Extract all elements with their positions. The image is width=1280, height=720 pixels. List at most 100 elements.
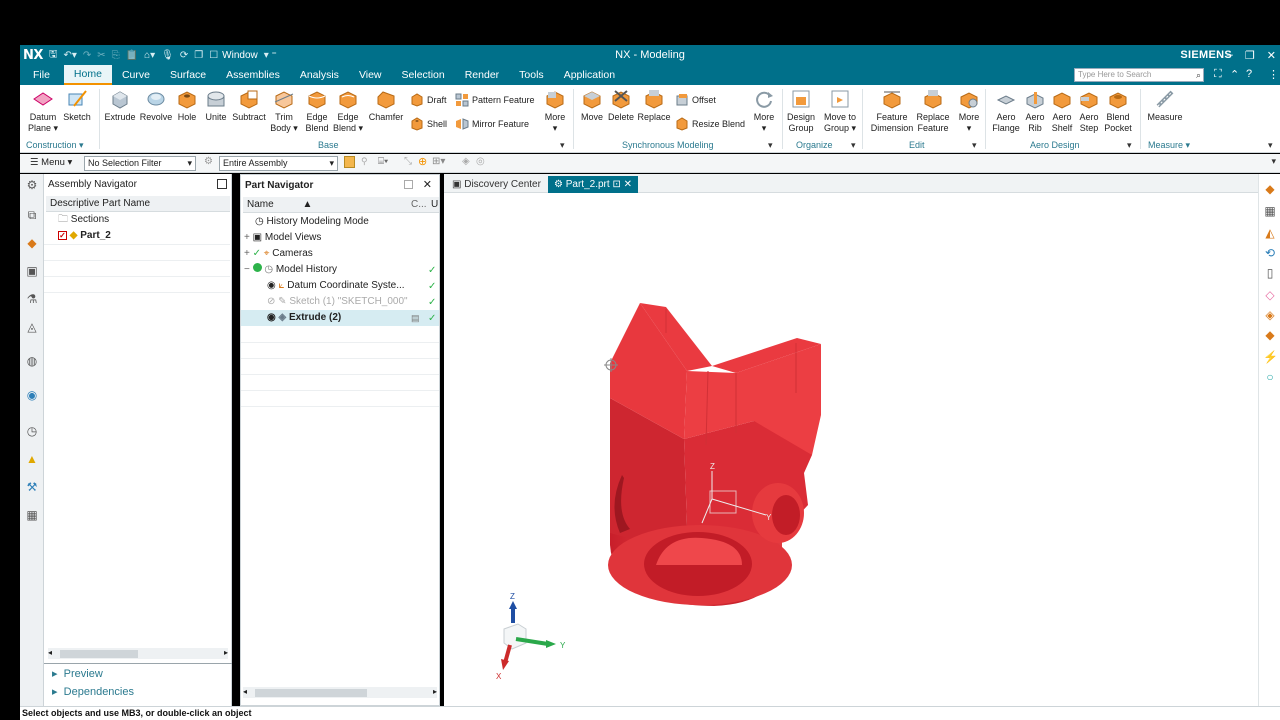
visibility-eye-icon[interactable]: ◉ [267, 312, 276, 323]
window-menu[interactable]: Window [222, 50, 258, 61]
window-checkbox-icon[interactable]: ☐ [209, 50, 218, 61]
view-triad[interactable]: Z Y X [496, 592, 566, 681]
tree-row-cameras[interactable]: + ✓ ⌖ Cameras [241, 246, 439, 262]
group-base[interactable]: Base [318, 140, 339, 150]
tree-row-part-2[interactable]: ✓ ◆ Part_2 [44, 228, 230, 244]
group-edit-dropdown-icon[interactable]: ▾ [972, 140, 977, 151]
window-switch-icon[interactable]: ❐ [194, 50, 203, 61]
paste-icon[interactable]: 📋 [126, 50, 138, 61]
block-icon[interactable]: ◈ [1263, 308, 1277, 322]
right-lug-hole[interactable] [772, 495, 800, 535]
column-header-descriptive-part-name[interactable]: Descriptive Part Name [46, 196, 230, 212]
select-feature-icon[interactable] [344, 156, 355, 168]
minimize-icon[interactable]: – [1227, 49, 1233, 62]
group-measure[interactable]: Measure ▾ [1148, 140, 1190, 151]
save-icon[interactable]: 🖫 [49, 47, 58, 64]
assembly-horizontal-scrollbar[interactable]: ◂ ▸ [48, 648, 228, 659]
web-browser-tab-icon[interactable]: ◉ [25, 388, 39, 402]
visibility-eye-icon[interactable]: ◉ [267, 280, 276, 291]
replace-face-button[interactable]: Replace [635, 88, 673, 123]
base-more-button[interactable]: More ▾ [536, 88, 574, 134]
tree-row-datum-csys[interactable]: ◉ ⟀ Datum Coordinate Syste... [241, 278, 439, 294]
scroll-right-icon[interactable]: ▸ [433, 687, 437, 696]
part-horizontal-scrollbar[interactable]: ◂ ▸ [243, 687, 437, 698]
group-aero-dropdown-icon[interactable]: ▾ [1127, 140, 1132, 151]
group-organize-dropdown-icon[interactable]: ▾ [851, 140, 856, 151]
assembly-navigator-maximize-icon[interactable] [217, 179, 227, 189]
tab-discovery-center[interactable]: ▣ Discovery Center [446, 176, 547, 193]
menu-dropdown[interactable]: ☰ Menu ▾ [30, 157, 72, 168]
tree-row-sketch[interactable]: ⊘ ✎ Sketch (1) "SKETCH_000" [241, 294, 439, 310]
resource-settings-icon[interactable]: ⚙ [25, 178, 39, 192]
offset-region-button[interactable]: Offset [675, 93, 716, 107]
blend-pocket-button[interactable]: Blend Pocket [1099, 88, 1137, 134]
plane-icon[interactable]: ◇ [1263, 288, 1277, 302]
resize-blend-button[interactable]: Resize Blend [675, 117, 745, 131]
close-tab-icon[interactable]: ✕ [624, 179, 632, 190]
snap-endpoint-icon[interactable]: ⤡ [404, 156, 412, 167]
selection-options-icon[interactable]: ⌸▾ [378, 156, 388, 167]
feature-parameters-icon[interactable]: ▤ [411, 313, 420, 324]
snap-center-icon[interactable]: ◈ [462, 156, 470, 167]
system-materials-tab-icon[interactable]: ▲ [25, 452, 39, 466]
part-navigator-tab-icon[interactable]: ◆ [25, 236, 39, 250]
tab-part-2-prt[interactable]: ⚙ Part_2.prt ⊡ ✕ [548, 176, 639, 193]
ribbon-options-icon[interactable]: ▾ [1268, 140, 1273, 151]
assembly-icon[interactable]: ▦ [1263, 204, 1277, 218]
move-to-group-button[interactable]: Move to Group ▾ [819, 88, 861, 134]
menu-tab-file[interactable]: File [20, 65, 64, 85]
sort-ascending-icon[interactable]: ▲ [302, 199, 312, 210]
assembly-navigator-tab-icon[interactable]: ⧉ [25, 208, 39, 222]
part-icon[interactable]: ◆ [1263, 182, 1277, 196]
datum-plane-button[interactable]: Datum Plane ▾ [24, 88, 62, 134]
scroll-left-icon[interactable]: ◂ [243, 687, 247, 696]
sketch-button[interactable]: Sketch [58, 88, 96, 123]
sheet-metal-icon[interactable]: ◭ [1263, 226, 1277, 240]
expand-plus-icon[interactable]: + [244, 248, 250, 259]
scroll-left-icon[interactable]: ◂ [48, 648, 52, 657]
tree-row-model-views[interactable]: + ▣ Model Views [241, 230, 439, 246]
dependencies-section[interactable]: ▸ Dependencies [44, 684, 134, 700]
design-group-button[interactable]: Design Group [782, 88, 820, 134]
more-options-icon[interactable]: ⋮ [1268, 68, 1279, 81]
group-sync-dropdown-icon[interactable]: ▾ [768, 140, 773, 151]
history-tab-icon[interactable]: ◷ [25, 424, 39, 438]
menu-tab-tools[interactable]: Tools [509, 65, 554, 85]
touch-mode-icon[interactable]: ⟳ [180, 50, 188, 61]
selection-filter-dropdown[interactable]: No Selection Filter [84, 156, 196, 171]
circle-icon[interactable]: ○ [1263, 370, 1277, 384]
roles-tab-icon[interactable]: ▦ [25, 508, 39, 522]
measure-button[interactable]: Measure [1144, 88, 1186, 123]
process-studio-tab-icon[interactable]: ⚒ [25, 480, 39, 494]
tree-row-sections[interactable]: 🗀 Sections [44, 212, 230, 228]
group-edit[interactable]: Edit [909, 140, 925, 150]
subtract-button[interactable]: Subtract [230, 88, 268, 123]
scroll-right-icon[interactable]: ▸ [224, 648, 228, 657]
collapse-ribbon-icon[interactable]: ⌃ [1230, 68, 1239, 81]
group-aero-design[interactable]: Aero Design [1030, 140, 1080, 150]
column-header-current[interactable]: C... [407, 197, 427, 213]
repeat-command-icon[interactable]: ⌂▾ [144, 50, 155, 61]
tree-row-extrude[interactable]: ◉ ◈ Extrude (2) [241, 310, 439, 326]
expand-plus-icon[interactable]: + [244, 232, 250, 243]
tree-row-model-history[interactable]: − ◷ Model History [241, 262, 439, 278]
selection-bar-options-icon[interactable]: ▾ [1271, 156, 1276, 167]
pattern-feature-button[interactable]: Pattern Feature [455, 93, 535, 107]
snap-midpoint-icon[interactable]: ⊕ [418, 155, 427, 168]
selection-scope-dropdown[interactable]: Entire Assembly [219, 156, 338, 171]
shell-button[interactable]: Shell [410, 117, 447, 131]
group-construction[interactable]: Construction ▾ [26, 140, 84, 151]
part-navigator-close-icon[interactable]: ✕ [423, 178, 432, 191]
redo-icon[interactable]: ↷ [83, 50, 91, 61]
help-icon[interactable]: ? [1246, 68, 1252, 80]
menu-tab-home[interactable]: Home [63, 65, 112, 85]
column-header-name[interactable]: Name ▲ [243, 197, 407, 213]
reuse-library-tab-icon[interactable]: ⚗ [25, 292, 39, 306]
snap-control-icon[interactable]: ⊞▾ [432, 156, 445, 167]
scroll-thumb[interactable] [60, 650, 138, 658]
menu-tab-view[interactable]: View [349, 65, 392, 85]
sync-more-button[interactable]: More ▾ [745, 88, 783, 134]
group-synchronous-modeling[interactable]: Synchronous Modeling [622, 140, 714, 150]
menu-tab-assemblies[interactable]: Assemblies [216, 65, 290, 85]
chamfer-button[interactable]: Chamfer [367, 88, 405, 123]
